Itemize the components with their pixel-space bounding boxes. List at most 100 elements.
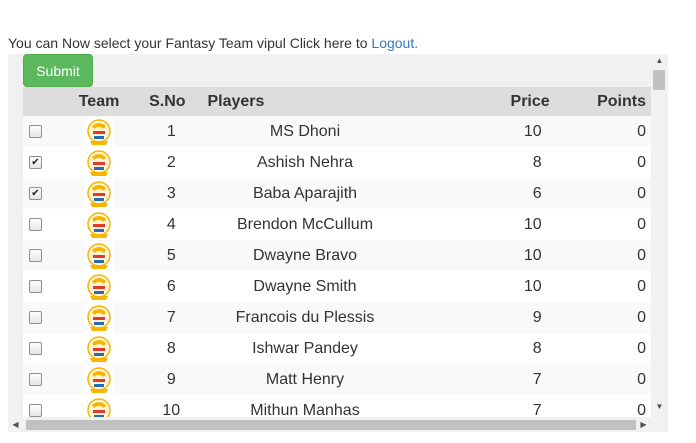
team-cell bbox=[64, 178, 134, 209]
sno-cell: 2 bbox=[133, 147, 202, 178]
player-checkbox[interactable]: ✔ bbox=[29, 186, 42, 200]
select-cell bbox=[23, 333, 65, 364]
header-team: Team bbox=[64, 87, 134, 116]
player-checkbox[interactable] bbox=[29, 310, 42, 324]
price-cell: 7 bbox=[408, 395, 562, 417]
table-viewport: Team S.No Players Price Points 1 MS Dhoni… bbox=[23, 87, 652, 417]
logout-link[interactable]: Logout. bbox=[371, 35, 418, 51]
table-header-row: Team S.No Players Price Points bbox=[23, 87, 652, 116]
player-checkbox[interactable] bbox=[29, 372, 42, 386]
points-cell: 0 bbox=[561, 240, 652, 271]
header-price: Price bbox=[408, 87, 562, 116]
price-cell: 8 bbox=[408, 333, 562, 364]
super-kings-logo-icon bbox=[84, 178, 114, 209]
team-cell bbox=[64, 240, 134, 271]
vertical-scroll-thumb[interactable] bbox=[653, 70, 665, 90]
table-row: 5 Dwayne Bravo 10 0 bbox=[23, 240, 652, 271]
select-cell bbox=[23, 364, 65, 395]
scroll-up-arrow-icon[interactable]: ▲ bbox=[651, 54, 668, 68]
select-cell bbox=[23, 209, 65, 240]
player-name-cell: Dwayne Bravo bbox=[201, 240, 409, 271]
sno-cell: 10 bbox=[133, 395, 202, 417]
player-checkbox[interactable] bbox=[29, 217, 42, 231]
table-row: 9 Matt Henry 7 0 bbox=[23, 364, 652, 395]
team-cell bbox=[64, 116, 134, 147]
team-cell bbox=[64, 271, 134, 302]
header-players: Players bbox=[201, 87, 409, 116]
price-cell: 8 bbox=[408, 147, 562, 178]
header-points: Points bbox=[561, 87, 652, 116]
sno-cell: 8 bbox=[133, 333, 202, 364]
super-kings-logo-icon bbox=[84, 364, 114, 395]
team-cell bbox=[64, 209, 134, 240]
submit-button[interactable]: Submit bbox=[23, 54, 93, 87]
table-row: 1 MS Dhoni 10 0 bbox=[23, 116, 652, 147]
select-cell: ✔ bbox=[23, 178, 65, 209]
team-cell bbox=[64, 395, 134, 417]
player-name-cell: Mithun Manhas bbox=[201, 395, 409, 417]
super-kings-logo-icon bbox=[84, 147, 114, 178]
player-name-cell: Ishwar Pandey bbox=[201, 333, 409, 364]
player-name-cell: MS Dhoni bbox=[201, 116, 409, 147]
player-name-cell: Ashish Nehra bbox=[201, 147, 409, 178]
points-cell: 0 bbox=[561, 395, 652, 417]
table-row: 8 Ishwar Pandey 8 0 bbox=[23, 333, 652, 364]
select-cell bbox=[23, 116, 65, 147]
player-checkbox[interactable]: ✔ bbox=[29, 155, 42, 169]
player-checkbox[interactable] bbox=[29, 248, 42, 262]
team-cell bbox=[64, 147, 134, 178]
points-cell: 0 bbox=[561, 147, 652, 178]
player-name-cell: Matt Henry bbox=[201, 364, 409, 395]
select-cell bbox=[23, 240, 65, 271]
super-kings-logo-icon bbox=[84, 240, 114, 271]
super-kings-logo-icon bbox=[84, 271, 114, 302]
select-cell: ✔ bbox=[23, 147, 65, 178]
price-cell: 10 bbox=[408, 240, 562, 271]
table-row: 4 Brendon McCullum 10 0 bbox=[23, 209, 652, 240]
player-name-cell: Baba Aparajith bbox=[201, 178, 409, 209]
points-cell: 0 bbox=[561, 178, 652, 209]
player-name-cell: Dwayne Smith bbox=[201, 271, 409, 302]
price-cell: 10 bbox=[408, 209, 562, 240]
table-row: 7 Francois du Plessis 9 0 bbox=[23, 302, 652, 333]
sno-cell: 9 bbox=[133, 364, 202, 395]
player-name-cell: Francois du Plessis bbox=[201, 302, 409, 333]
table-row: ✔ 2 Ashish Nehra 8 0 bbox=[23, 147, 652, 178]
vertical-scrollbar[interactable] bbox=[651, 54, 668, 418]
sno-cell: 1 bbox=[133, 116, 202, 147]
super-kings-logo-icon bbox=[84, 302, 114, 333]
price-cell: 10 bbox=[408, 116, 562, 147]
sno-cell: 6 bbox=[133, 271, 202, 302]
team-cell bbox=[64, 364, 134, 395]
horizontal-scroll-thumb[interactable] bbox=[26, 420, 636, 430]
team-cell bbox=[64, 302, 134, 333]
select-cell bbox=[23, 395, 65, 417]
players-table: Team S.No Players Price Points 1 MS Dhoni… bbox=[23, 87, 652, 417]
select-cell bbox=[23, 302, 65, 333]
scroll-right-arrow-icon[interactable]: ▶ bbox=[636, 418, 651, 432]
super-kings-logo-icon bbox=[84, 395, 114, 417]
player-checkbox[interactable] bbox=[29, 341, 42, 355]
points-cell: 0 bbox=[561, 333, 652, 364]
player-checkbox[interactable] bbox=[29, 124, 42, 138]
scroll-left-arrow-icon[interactable]: ◀ bbox=[8, 418, 23, 432]
scroll-down-arrow-icon[interactable]: ▼ bbox=[651, 400, 668, 414]
table-row: 6 Dwayne Smith 10 0 bbox=[23, 271, 652, 302]
price-cell: 9 bbox=[408, 302, 562, 333]
points-cell: 0 bbox=[561, 364, 652, 395]
super-kings-logo-icon bbox=[84, 116, 114, 147]
player-name-cell: Brendon McCullum bbox=[201, 209, 409, 240]
select-cell bbox=[23, 271, 65, 302]
table-scroll-container[interactable]: Team S.No Players Price Points 1 MS Dhoni… bbox=[8, 54, 668, 432]
super-kings-logo-icon bbox=[84, 209, 114, 240]
player-checkbox[interactable] bbox=[29, 403, 42, 417]
super-kings-logo-icon bbox=[84, 333, 114, 364]
player-checkbox[interactable] bbox=[29, 279, 42, 293]
points-cell: 0 bbox=[561, 271, 652, 302]
team-cell bbox=[64, 333, 134, 364]
sno-cell: 5 bbox=[133, 240, 202, 271]
sno-cell: 4 bbox=[133, 209, 202, 240]
header-select bbox=[23, 87, 65, 116]
points-cell: 0 bbox=[561, 209, 652, 240]
table-row: ✔ 3 Baba Aparajith 6 0 bbox=[23, 178, 652, 209]
